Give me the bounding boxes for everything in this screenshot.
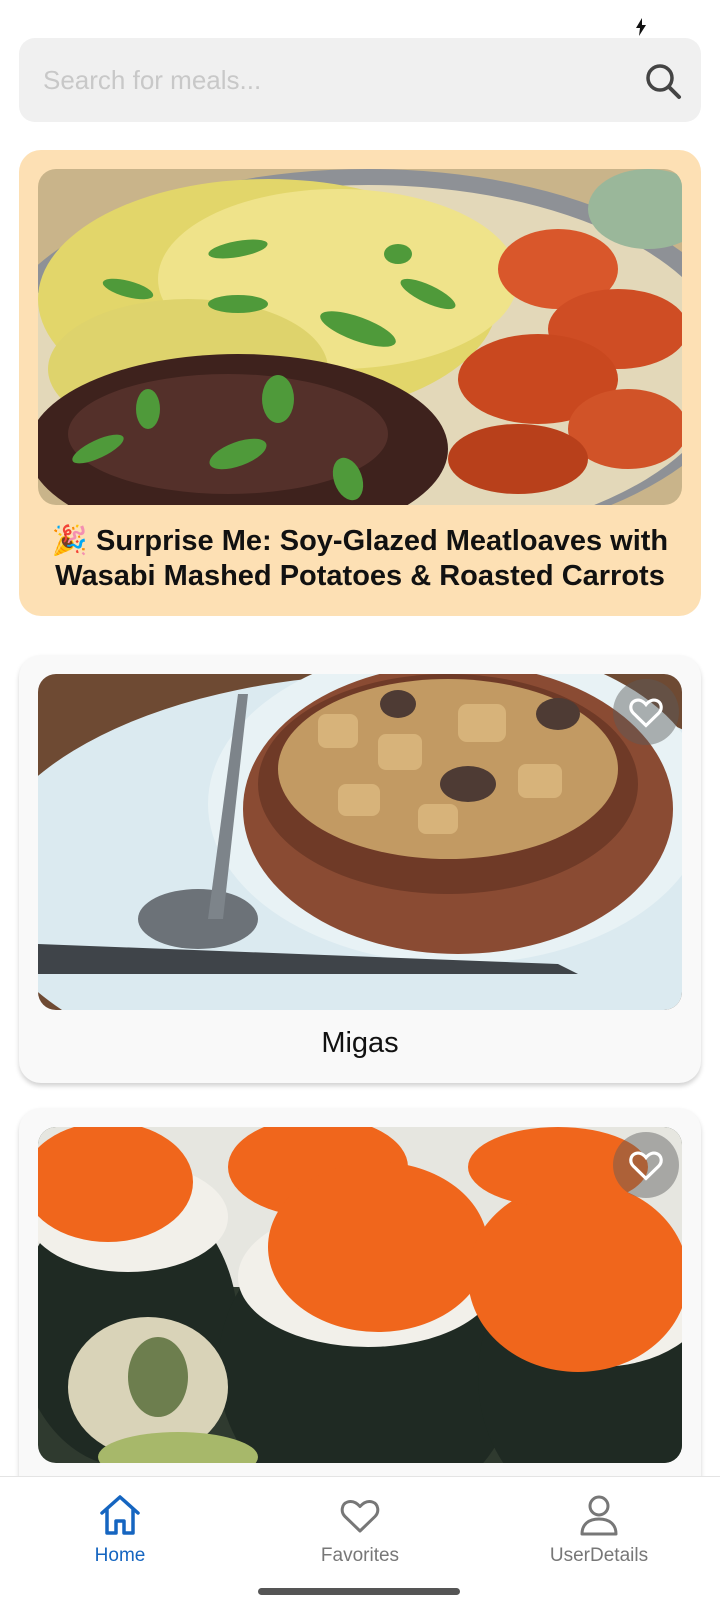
user-icon (580, 1495, 618, 1536)
nav-favorites-label: Favorites (320, 1545, 400, 1566)
heart-outline-icon (629, 1151, 663, 1181)
heart-outline-icon (629, 698, 663, 728)
meal-card[interactable]: Migas (19, 655, 701, 1083)
nav-user-details[interactable]: UserDetails (519, 1491, 679, 1571)
meal-image (38, 674, 682, 1010)
favorite-button[interactable] (613, 1132, 679, 1198)
nav-home-label: Home (94, 1545, 146, 1566)
meal-title: Migas (321, 1027, 399, 1059)
status-bar (0, 0, 720, 36)
home-indicator[interactable] (258, 1588, 460, 1595)
nav-home[interactable]: Home (40, 1491, 200, 1571)
home-icon (100, 1495, 140, 1535)
nav-user-details-label: UserDetails (549, 1545, 649, 1566)
search-bar[interactable] (19, 38, 701, 122)
nav-favorites[interactable]: Favorites (280, 1491, 440, 1571)
heart-icon (340, 1500, 380, 1533)
meal-card[interactable] (19, 1108, 701, 1538)
charging-icon (636, 18, 646, 36)
surprise-me-card[interactable]: 🎉 Surprise Me: Soy-Glazed Meatloaves wit… (19, 150, 701, 616)
search-input[interactable] (43, 38, 623, 122)
meal-image (38, 1127, 682, 1463)
favorite-button[interactable] (613, 679, 679, 745)
surprise-meal-image (38, 169, 682, 505)
search-icon[interactable] (643, 61, 683, 101)
surprise-meal-title: 🎉 Surprise Me: Soy-Glazed Meatloaves wit… (51, 525, 669, 592)
